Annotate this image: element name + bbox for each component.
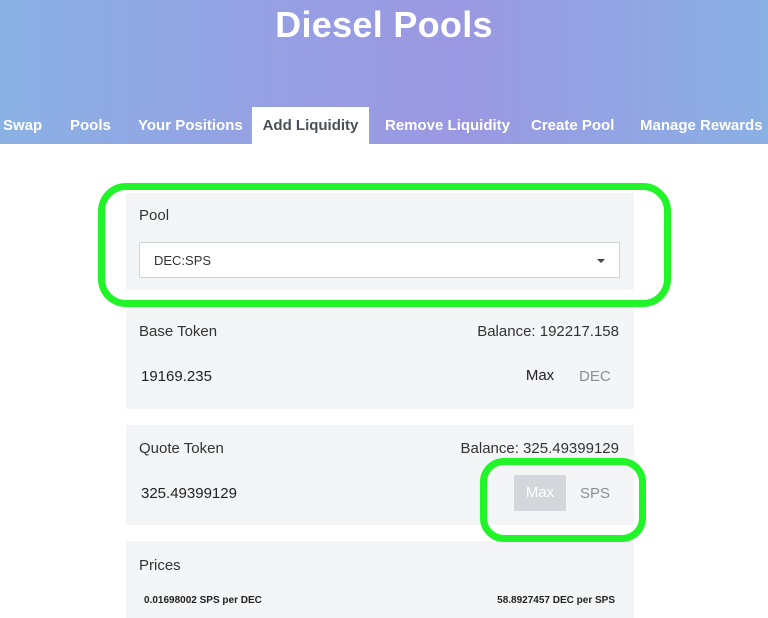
- header-banner: Diesel Pools Swap Pools Your Positions A…: [0, 0, 768, 144]
- base-token-symbol: DEC: [579, 368, 611, 385]
- quote-max-button[interactable]: Max: [514, 475, 566, 511]
- chevron-down-icon: [597, 259, 605, 263]
- tab-manage-rewards[interactable]: Manage Rewards: [640, 107, 763, 144]
- quote-token-symbol: SPS: [580, 485, 611, 502]
- tab-your-positions[interactable]: Your Positions: [138, 107, 243, 144]
- base-token-amount-input[interactable]: 19169.235: [141, 368, 212, 385]
- price-dec-per-sps: 58.8927457 DEC per SPS: [497, 595, 615, 606]
- pool-select-value: DEC:SPS: [154, 253, 212, 268]
- tab-remove-liquidity[interactable]: Remove Liquidity: [385, 107, 510, 144]
- page-title: Diesel Pools: [275, 4, 493, 45]
- base-token-card: Base Token Balance: 192217.158 19169.235…: [126, 310, 634, 409]
- tab-pools[interactable]: Pools: [70, 107, 111, 144]
- pool-select[interactable]: DEC:SPS: [139, 242, 620, 278]
- pool-card: Pool DEC:SPS: [126, 193, 634, 290]
- tab-bar: Swap Pools Your Positions Add Liquidity …: [0, 107, 768, 144]
- quote-token-card: Quote Token Balance: 325.49399129 325.49…: [126, 425, 634, 525]
- pool-label: Pool: [139, 207, 170, 224]
- base-token-label: Base Token: [139, 323, 218, 340]
- tab-swap[interactable]: Swap: [3, 107, 42, 144]
- base-token-balance[interactable]: Balance: 192217.158: [477, 323, 619, 340]
- quote-token-balance[interactable]: Balance: 325.49399129: [461, 440, 619, 457]
- quote-token-amount-input[interactable]: 325.49399129: [141, 485, 237, 502]
- prices-card: Prices 0.01698002 SPS per DEC 58.8927457…: [126, 541, 634, 618]
- tab-add-liquidity[interactable]: Add Liquidity: [252, 107, 369, 144]
- base-max-button[interactable]: Max: [514, 358, 566, 394]
- price-sps-per-dec: 0.01698002 SPS per DEC: [144, 595, 262, 606]
- tab-create-pool[interactable]: Create Pool: [531, 107, 614, 144]
- quote-token-label: Quote Token: [139, 440, 224, 457]
- prices-label: Prices: [139, 557, 181, 574]
